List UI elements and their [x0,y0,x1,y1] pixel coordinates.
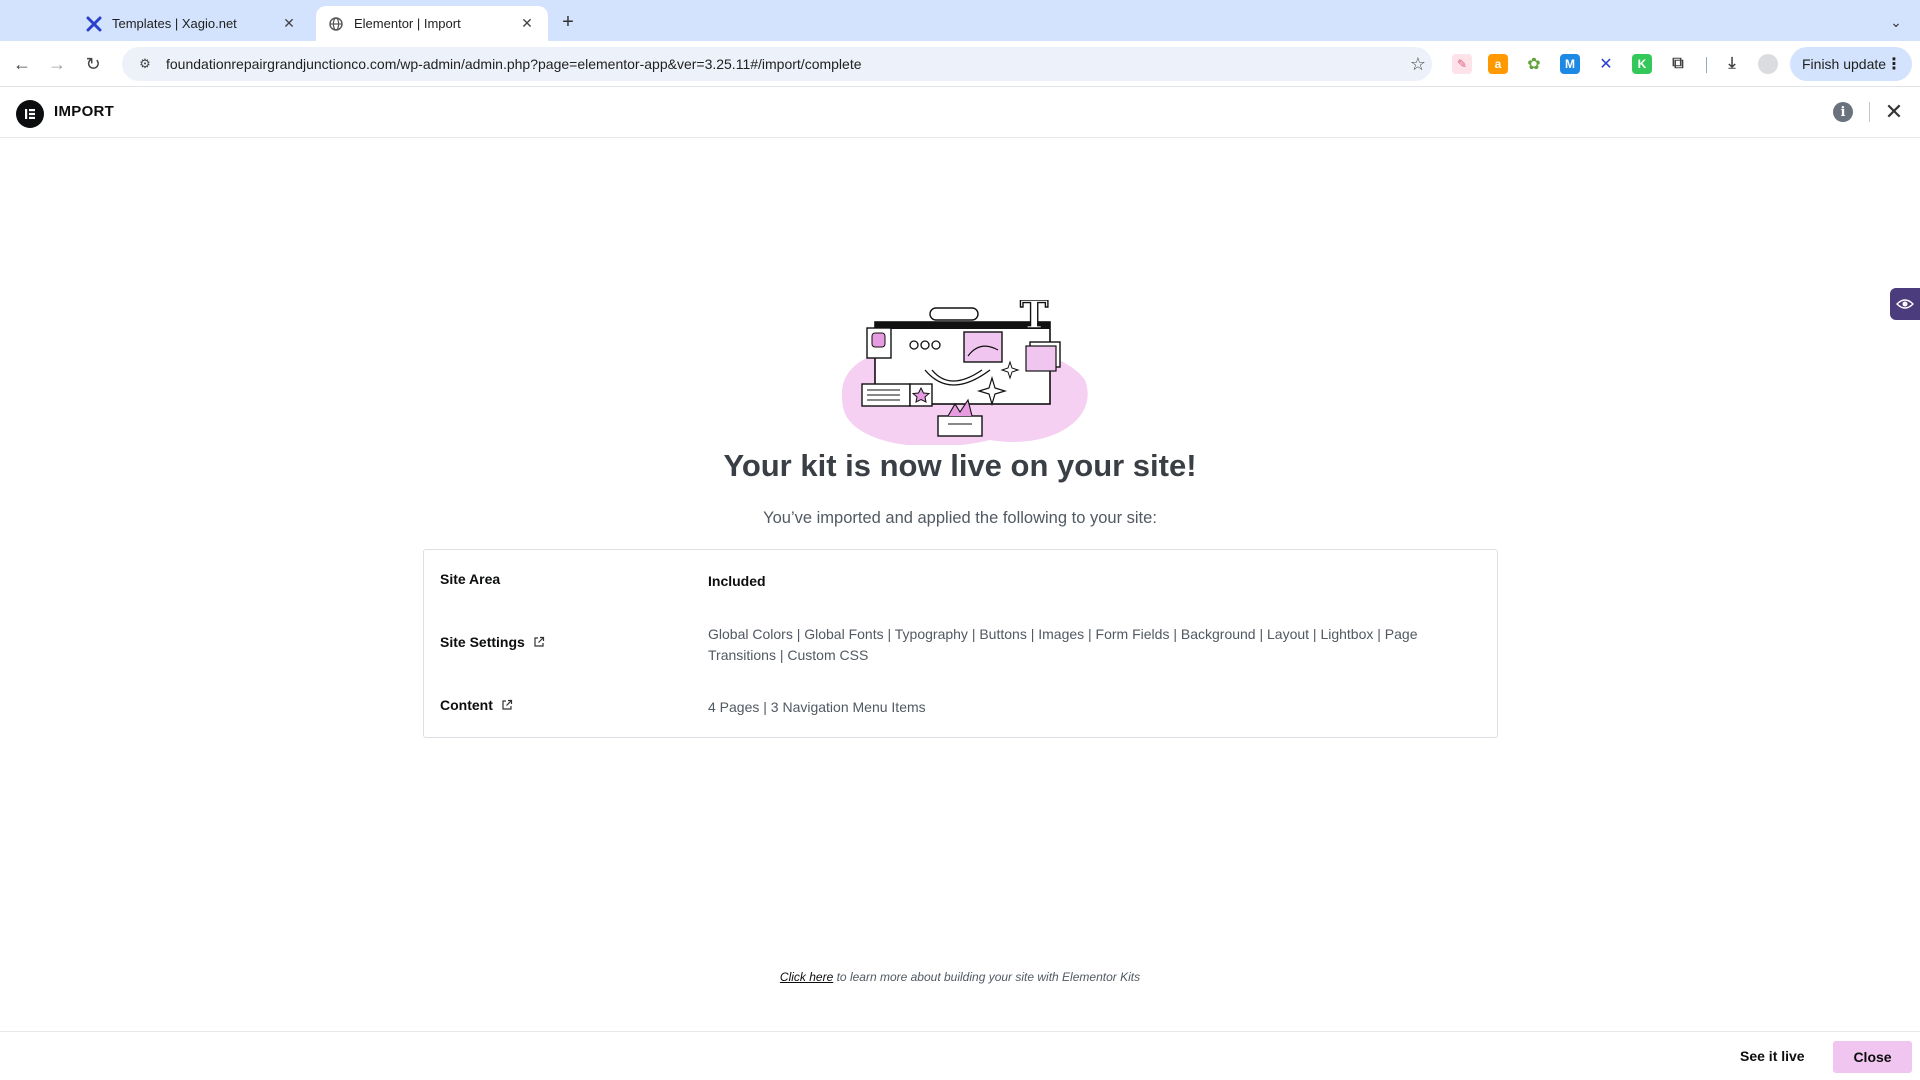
globe-icon [328,16,344,32]
external-link-icon[interactable] [501,699,513,711]
header-divider [1869,102,1870,122]
back-icon[interactable]: ← [9,51,35,77]
close-icon[interactable]: ✕ [1882,99,1906,124]
url-text: foundationrepairgrandjunctionco.com/wp-a… [166,56,862,72]
site-settings-link[interactable]: Site Settings [440,634,700,650]
download-icon[interactable]: ⤓ [1722,54,1742,74]
tab-elementor-import[interactable]: Elementor | Import ✕ [316,6,548,41]
page-heading: Your kit is now live on your site! [723,448,1197,483]
close-button[interactable]: Close [1833,1041,1912,1073]
app-title: IMPORT [54,103,115,120]
browser-toolbar: ← → ↻ ⚙ foundationrepairgrandjunctionco.… [0,41,1920,87]
column-header-included: Included [708,573,766,589]
content-link[interactable]: Content [440,697,700,713]
new-tab-icon[interactable]: + [556,10,580,34]
chevron-down-icon[interactable]: ⌄ [1884,10,1908,34]
site-settings-included: Global Colors | Global Fonts | Typograph… [708,626,1418,663]
finish-update-button[interactable]: Finish update ⋮ [1790,47,1912,81]
tab-title: Elementor | Import [354,16,461,31]
finish-update-label: Finish update [1802,56,1887,72]
xagio-icon [86,16,102,32]
tab-title: Templates | Xagio.net [112,16,237,31]
close-tab-icon[interactable]: ✕ [280,15,298,33]
app-footer: See it live Close [0,1031,1920,1080]
page-subtext: You’ve imported and applied the followin… [763,509,1157,527]
kit-summary-table: Site Area Included Site Settings Global … [423,549,1498,738]
info-icon[interactable]: i [1833,102,1853,122]
extensions-puzzle-icon[interactable]: ⧉ [1668,54,1688,74]
forward-icon[interactable]: → [44,51,70,77]
see-it-live-button[interactable]: See it live [1740,1044,1805,1068]
more-vert-icon[interactable]: ⋮ [1886,54,1902,74]
kit-illustration: T [841,300,1088,445]
external-link-icon[interactable] [533,636,545,648]
svg-text:T: T [1020,300,1048,337]
site-info-icon[interactable]: ⚙ [136,55,154,73]
toolbar-divider [1706,57,1707,73]
tab-strip: Templates | Xagio.net ✕ Elementor | Impo… [0,0,1920,41]
kit-extension-icon[interactable]: ✎ [1452,54,1472,74]
learn-more-text: Click here to learn more about building … [0,970,1920,984]
tab-templates-xagio[interactable]: Templates | Xagio.net ✕ [74,6,310,41]
content-included: 4 Pages | 3 Navigation Menu Items [708,699,926,715]
elementor-logo-icon [16,100,44,128]
click-here-link[interactable]: Click here [780,970,833,984]
reload-icon[interactable]: ↻ [80,51,106,77]
accessibility-widget-icon[interactable] [1890,288,1920,320]
learn-more-suffix: to learn more about building your site w… [833,970,1141,984]
mailchimp-icon[interactable]: M [1560,54,1580,74]
app-header: IMPORT i ✕ [0,88,1920,138]
xagio-icon[interactable]: ✕ [1596,54,1616,74]
k-extension-icon[interactable]: K [1632,54,1652,74]
puzzle-flower-icon[interactable]: ✿ [1524,54,1544,74]
column-header-site-area: Site Area [440,571,501,587]
address-bar[interactable]: ⚙ foundationrepairgrandjunctionco.com/wp… [122,47,1432,81]
profile-avatar[interactable] [1758,54,1778,74]
close-tab-icon[interactable]: ✕ [518,15,536,33]
site-area-label: Site Settings [440,634,525,650]
site-area-label: Content [440,697,493,713]
amazon-icon[interactable]: a [1488,54,1508,74]
bookmark-star-icon[interactable]: ☆ [1404,54,1432,75]
